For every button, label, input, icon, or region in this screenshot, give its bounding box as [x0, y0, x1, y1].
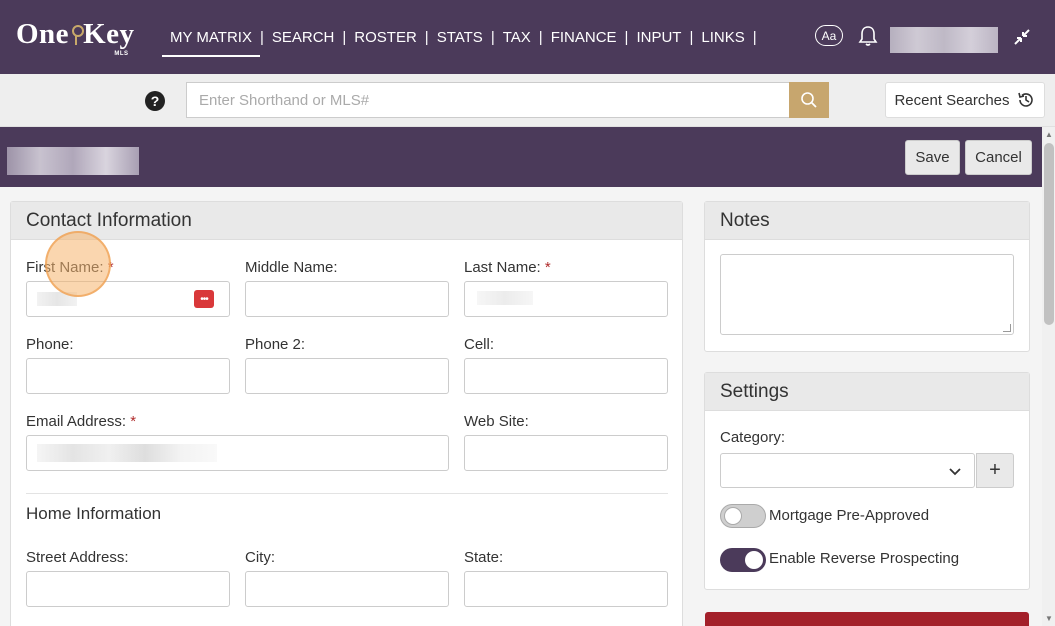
history-icon: [1017, 92, 1033, 107]
settings-title: Settings: [705, 373, 1029, 411]
nav-input[interactable]: INPUT: [628, 0, 689, 74]
state-field[interactable]: [464, 571, 668, 607]
nav-my-matrix[interactable]: MY MATRIX: [162, 0, 260, 74]
mortgage-preapproved-toggle[interactable]: [720, 504, 766, 528]
nav-roster[interactable]: ROSTER: [346, 0, 425, 74]
password-manager-icon[interactable]: •••: [194, 290, 214, 308]
scroll-thumb[interactable]: [1044, 143, 1054, 325]
settings-panel: Settings Category: + Mortgage Pre-Approv…: [704, 372, 1030, 590]
contact-header: Save Cancel: [0, 127, 1042, 187]
website-field[interactable]: [464, 435, 668, 471]
phone2-field[interactable]: [245, 358, 449, 394]
chevron-down-icon: [949, 468, 961, 476]
save-button[interactable]: Save: [905, 140, 960, 175]
collapse-icon[interactable]: [1012, 27, 1032, 47]
nav-tax[interactable]: TAX: [495, 0, 539, 74]
notes-textarea[interactable]: [720, 254, 1014, 335]
category-select[interactable]: [720, 453, 975, 488]
last-name-field[interactable]: [464, 281, 668, 317]
first-name-field[interactable]: •••: [26, 281, 230, 317]
resize-handle[interactable]: [1003, 324, 1011, 332]
contact-information-panel: Contact Information First Name: * ••• Mi…: [10, 201, 683, 626]
first-name-label: First Name: *: [26, 259, 114, 276]
phone2-label: Phone 2:: [245, 336, 306, 353]
mortgage-preapproved-label: Mortgage Pre-Approved: [769, 507, 930, 524]
last-name-label: Last Name: *: [464, 259, 551, 276]
street-address-field[interactable]: [26, 571, 230, 607]
email-field[interactable]: [26, 435, 449, 471]
street-address-label: Street Address:: [26, 549, 129, 566]
font-size-button[interactable]: Aa: [815, 25, 843, 46]
page-scrollbar[interactable]: ▲ ▼: [1042, 127, 1055, 626]
reverse-prospecting-label: Enable Reverse Prospecting: [769, 550, 960, 567]
nav-finance[interactable]: FINANCE: [543, 0, 625, 74]
add-category-button[interactable]: +: [976, 453, 1014, 488]
cell-field[interactable]: [464, 358, 668, 394]
cell-label: Cell:: [464, 336, 495, 353]
website-label: Web Site:: [464, 413, 529, 430]
logo-sub: MLS: [114, 51, 129, 57]
nav-links[interactable]: LINKS: [693, 0, 752, 74]
middle-name-field[interactable]: [245, 281, 449, 317]
city-field[interactable]: [245, 571, 449, 607]
search-button[interactable]: [789, 82, 829, 118]
shorthand-search-input[interactable]: [186, 82, 790, 118]
nav-search[interactable]: SEARCH: [264, 0, 343, 74]
phone-field[interactable]: [26, 358, 230, 394]
onekey-logo[interactable]: One Key MLS: [16, 18, 135, 57]
reverse-prospecting-toggle[interactable]: [720, 548, 766, 572]
help-icon[interactable]: ?: [145, 91, 165, 111]
notes-panel: Notes: [704, 201, 1030, 352]
email-label: Email Address: *: [26, 413, 137, 430]
search-icon: [801, 92, 817, 108]
contact-information-title: Contact Information: [11, 202, 682, 240]
recent-searches-label: Recent Searches: [894, 91, 1010, 109]
main-menu: MY MATRIX | SEARCH | ROSTER | STATS | TAX | F…: [162, 0, 757, 74]
section-divider: [26, 493, 668, 494]
phone-label: Phone:: [26, 336, 74, 353]
middle-name-label: Middle Name:: [245, 259, 338, 276]
bell-icon[interactable]: [858, 25, 878, 47]
category-label: Category:: [720, 429, 786, 446]
user-menu[interactable]: [890, 27, 998, 53]
scroll-down-icon[interactable]: ▼: [1045, 614, 1053, 623]
contact-name: [7, 147, 139, 175]
cancel-button[interactable]: Cancel: [965, 140, 1032, 175]
notes-title: Notes: [705, 202, 1029, 240]
nav-stats[interactable]: STATS: [429, 0, 491, 74]
delete-button[interactable]: [705, 612, 1029, 626]
city-label: City:: [245, 549, 275, 566]
top-navbar: One Key MLS MY MATRIX | SEARCH | ROSTER | STA…: [0, 0, 1055, 74]
recent-searches-button[interactable]: Recent Searches: [885, 82, 1045, 118]
scroll-up-icon[interactable]: ▲: [1045, 130, 1053, 139]
key-icon: [71, 23, 85, 45]
home-information-title: Home Information: [26, 504, 162, 523]
search-bar-row: ? Recent Searches: [0, 74, 1055, 127]
state-label: State:: [464, 549, 504, 566]
